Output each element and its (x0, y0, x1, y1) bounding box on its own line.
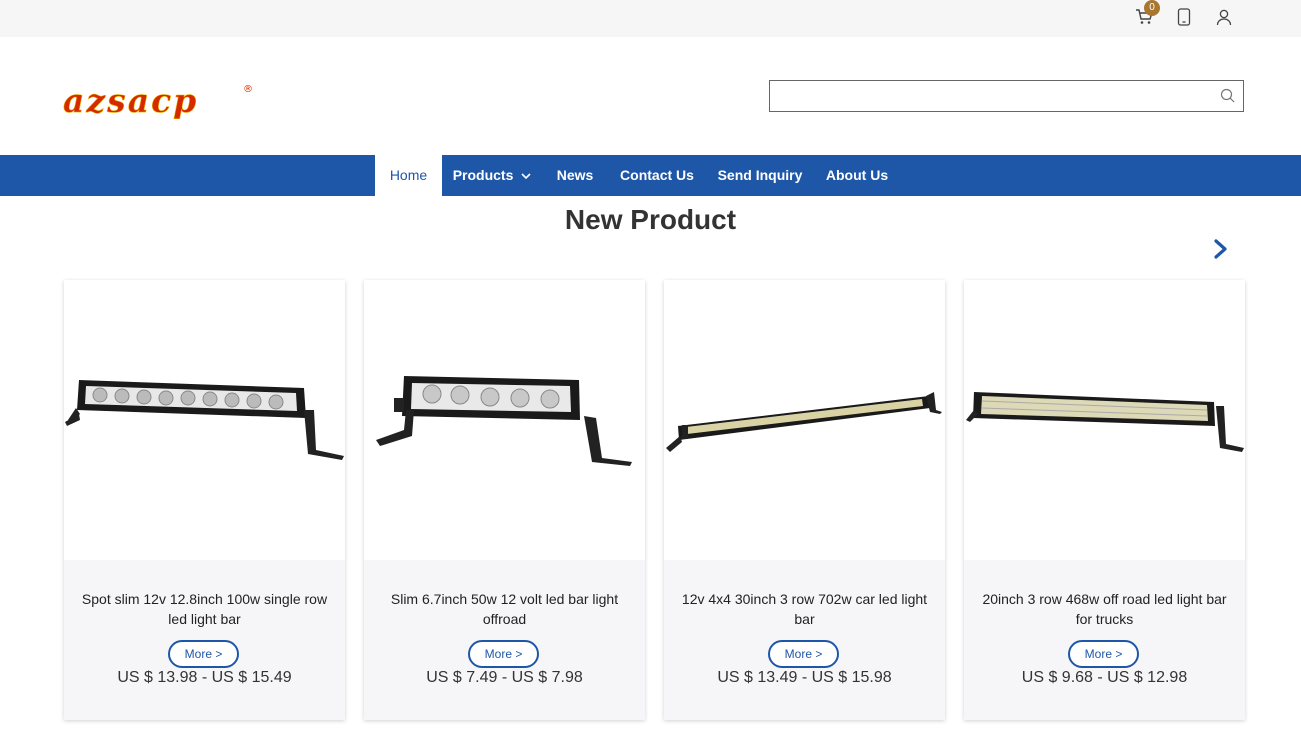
search-input[interactable] (770, 81, 1210, 111)
more-button[interactable]: More > (168, 640, 239, 668)
phone-icon (1177, 8, 1191, 26)
product-price: US $ 9.68 - US $ 12.98 (1021, 669, 1188, 686)
product-image[interactable] (364, 280, 645, 560)
section-title: New Product (564, 204, 737, 235)
user-icon (1216, 9, 1232, 26)
product-image[interactable] (64, 280, 345, 560)
product-price: US $ 7.49 - US $ 7.98 (426, 669, 583, 686)
search-box (769, 80, 1244, 112)
nav-item-home[interactable]: Home (375, 155, 442, 196)
product-title[interactable]: 12v 4x4 30inch 3 row 702w car led light … (676, 589, 933, 629)
search-button[interactable] (1219, 87, 1237, 105)
cart-button[interactable]: 0 (1133, 0, 1160, 28)
nav-item-send-inquiry[interactable]: Send Inquiry (706, 155, 814, 196)
more-button[interactable]: More > (1068, 640, 1139, 668)
nav-item-label: Contact Us (620, 167, 694, 183)
nav-item-label: Products (452, 167, 514, 183)
logo-registered-mark: ® (243, 84, 253, 95)
more-button[interactable]: More > (768, 640, 839, 668)
nav-item-news[interactable]: News (542, 155, 608, 196)
account-button[interactable] (1213, 6, 1235, 28)
nav-item-about-us[interactable]: About Us (814, 155, 900, 196)
nav-item-label: News (556, 167, 594, 183)
carousel-next-icon[interactable] (1210, 237, 1232, 261)
nav-item-contact-us[interactable]: Contact Us (608, 155, 706, 196)
phone-button[interactable] (1173, 6, 1195, 28)
brand-logo[interactable]: azsacp ® (63, 82, 263, 122)
more-button[interactable]: More > (468, 640, 539, 668)
product-title[interactable]: Slim 6.7inch 50w 12 volt led bar light o… (376, 589, 633, 629)
chevron-down-icon (521, 173, 531, 180)
product-image[interactable] (664, 280, 945, 560)
product-image[interactable] (964, 280, 1245, 560)
nav-item-products[interactable]: Products (442, 155, 542, 196)
product-price: US $ 13.49 - US $ 15.98 (717, 669, 892, 686)
top-utility-bar: 0 (0, 0, 1301, 37)
search-icon (1220, 88, 1235, 103)
product-card[interactable]: Slim 6.7inch 50w 12 volt led bar light o… (364, 280, 645, 720)
product-card[interactable]: 20inch 3 row 468w off road led light bar… (964, 280, 1245, 720)
product-price: US $ 13.98 - US $ 15.49 (117, 669, 292, 686)
product-title[interactable]: 20inch 3 row 468w off road led light bar… (976, 589, 1233, 629)
nav-item-label: Send Inquiry (717, 167, 803, 183)
main-navigation: Home Products News Contact Us Send Inqui… (0, 155, 1301, 196)
product-card[interactable]: 12v 4x4 30inch 3 row 702w car led light … (664, 280, 945, 720)
product-title[interactable]: Spot slim 12v 12.8inch 100w single row l… (76, 589, 333, 629)
nav-item-label: Home (389, 167, 428, 183)
site-header: azsacp ® (0, 37, 1301, 155)
logo-text: azsacp (63, 82, 198, 120)
product-card[interactable]: Spot slim 12v 12.8inch 100w single row l… (64, 280, 345, 720)
nav-item-label: About Us (825, 167, 889, 183)
cart-count-badge: 0 (1144, 0, 1160, 16)
